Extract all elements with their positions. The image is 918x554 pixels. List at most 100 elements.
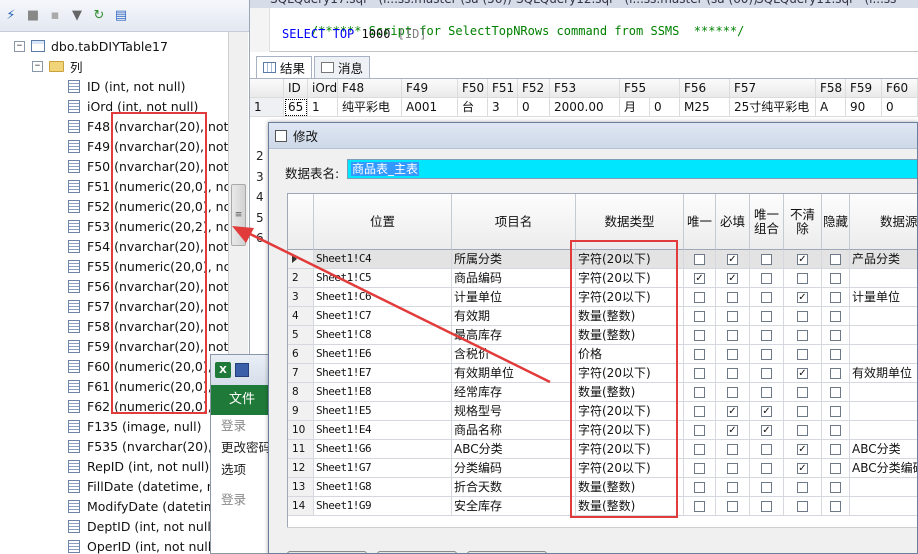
query-editor[interactable]: SQLQuery17.sql - (l...ss.master (sa (56)…	[250, 0, 918, 52]
table-name-input[interactable]: 商品表_主表	[347, 159, 917, 179]
grid-cell[interactable]: A001	[402, 98, 458, 117]
grid-column-header[interactable]: 唯一	[684, 194, 716, 250]
grid-column-header[interactable]: 不清除	[784, 194, 822, 250]
excel-logo-icon[interactable]: X	[215, 362, 231, 378]
item-name-cell[interactable]: 有效期	[452, 307, 576, 326]
row-number[interactable]: 13	[288, 478, 314, 497]
checkbox-r[interactable]: ✓	[727, 424, 738, 436]
grid-column-header[interactable]: F52	[518, 79, 550, 98]
checkbox-r[interactable]	[727, 367, 738, 379]
grid-column-header[interactable]: 隐藏	[822, 194, 850, 250]
location-cell[interactable]: Sheet1!E6	[314, 345, 452, 364]
data-source-cell[interactable]: 有效期单位	[850, 364, 917, 383]
row-number[interactable]: 3	[288, 288, 314, 307]
checkbox-uc[interactable]	[761, 500, 772, 512]
grid-column-header[interactable]: F58	[816, 79, 846, 98]
stop-icon[interactable]: ▪	[46, 7, 64, 25]
grid-cell[interactable]: 0	[518, 98, 550, 117]
row-number[interactable]: 11	[288, 440, 314, 459]
checkbox-u[interactable]	[694, 310, 705, 322]
grid-column-header[interactable]: 唯一 组合	[750, 194, 784, 250]
tab-messages[interactable]: 消息	[314, 56, 371, 78]
table-row[interactable]: 1 65 1 纯平彩电 A001 台 3 0 2000.00 月 0 M25 25寸纯平彩电 A 90 0	[250, 98, 918, 117]
doc-tab-query12[interactable]: SQLQuery12.sql - (l...ss.master (sa (60)…	[510, 0, 764, 8]
grid-column-header[interactable]: 必填	[716, 194, 750, 250]
item-name-cell[interactable]: 分类编码	[452, 459, 576, 478]
checkbox-r[interactable]: ✓	[727, 253, 738, 265]
location-cell[interactable]: Sheet1!G9	[314, 497, 452, 516]
checkbox-nc[interactable]: ✓	[797, 253, 808, 265]
row-number[interactable]: 9	[288, 402, 314, 421]
doc-tab-query17[interactable]: SQLQuery17.sql - (l...ss.master (sa (56)…	[264, 0, 518, 8]
checkbox-uc[interactable]: ✓	[761, 424, 772, 436]
grid-column-header[interactable]: F50	[458, 79, 488, 98]
grid-column-header[interactable]: iOrd	[308, 79, 338, 98]
checkbox-r[interactable]	[727, 329, 738, 341]
tree-node-column[interactable]: F535 (nvarchar(20), n	[68, 436, 224, 456]
checkbox-h[interactable]	[830, 253, 841, 265]
item-name-cell[interactable]: 商品编码	[452, 269, 576, 288]
checkbox-u[interactable]	[694, 348, 705, 360]
filter-icon[interactable]: ▼	[68, 7, 86, 25]
checkbox-nc[interactable]: ✓	[797, 443, 808, 455]
checkbox-nc[interactable]	[797, 405, 808, 417]
checkbox-uc[interactable]	[761, 253, 772, 265]
checkbox-h[interactable]	[830, 405, 841, 417]
data-source-cell[interactable]	[850, 383, 917, 402]
checkbox-u[interactable]	[694, 329, 705, 341]
row-number[interactable]	[288, 250, 314, 269]
checkbox-uc[interactable]	[761, 386, 772, 398]
grid-cell[interactable]: 纯平彩电	[338, 98, 402, 117]
checkbox-h[interactable]	[830, 329, 841, 341]
location-cell[interactable]: Sheet1!E7	[314, 364, 452, 383]
checkbox-nc[interactable]: ✓	[797, 462, 808, 474]
grid-cell[interactable]: 90	[846, 98, 882, 117]
grid-column-header[interactable]: 位置	[314, 194, 452, 250]
item-name-cell[interactable]: 规格型号	[452, 402, 576, 421]
checkbox-r[interactable]	[727, 462, 738, 474]
tree-node-column[interactable]: OperID (int, not null)	[68, 536, 216, 554]
checkbox-u[interactable]	[694, 500, 705, 512]
refresh-icon[interactable]: ↻	[90, 7, 108, 25]
checkbox-uc[interactable]	[761, 348, 772, 360]
location-cell[interactable]: Sheet1!C5	[314, 269, 452, 288]
grid-cell[interactable]: 台	[458, 98, 488, 117]
grid-cell[interactable]: 0	[650, 98, 680, 117]
checkbox-nc[interactable]: ✓	[797, 291, 808, 303]
location-cell[interactable]: Sheet1!G8	[314, 478, 452, 497]
item-name-cell[interactable]: ABC分类	[452, 440, 576, 459]
row-number[interactable]: 14	[288, 497, 314, 516]
data-source-cell[interactable]	[850, 402, 917, 421]
scroll-thumb[interactable]: ≡	[231, 184, 246, 246]
checkbox-uc[interactable]: ✓	[761, 405, 772, 417]
data-source-cell[interactable]	[850, 307, 917, 326]
checkbox-h[interactable]	[830, 424, 841, 436]
data-source-cell[interactable]	[850, 421, 917, 440]
checkbox-u[interactable]	[694, 462, 705, 474]
row-number[interactable]: 4	[288, 307, 314, 326]
grid-corner[interactable]	[288, 194, 314, 250]
grid-column-header[interactable]: F59	[846, 79, 882, 98]
checkbox-r[interactable]: ✓	[727, 272, 738, 284]
menu-change-password[interactable]: 更改密码	[211, 437, 273, 459]
checkbox-uc[interactable]	[761, 272, 772, 284]
checkbox-r[interactable]	[727, 500, 738, 512]
checkbox-nc[interactable]	[797, 272, 808, 284]
grid-column-header[interactable]: F57	[730, 79, 816, 98]
checkbox-r[interactable]	[727, 481, 738, 493]
grid-cell[interactable]: A	[816, 98, 846, 117]
checkbox-h[interactable]	[830, 481, 841, 493]
data-source-cell[interactable]	[850, 326, 917, 345]
checkbox-nc[interactable]	[797, 424, 808, 436]
checkbox-nc[interactable]	[797, 329, 808, 341]
data-source-cell[interactable]: 计量单位	[850, 288, 917, 307]
summary-icon[interactable]: ▤	[112, 7, 130, 25]
checkbox-u[interactable]	[694, 481, 705, 493]
tree-node-table[interactable]: − dbo.tabDIYTable17	[14, 36, 168, 56]
checkbox-u[interactable]	[694, 405, 705, 417]
location-cell[interactable]: Sheet1!E5	[314, 402, 452, 421]
checkbox-h[interactable]	[830, 367, 841, 379]
grid-cell[interactable]: 月	[620, 98, 650, 117]
checkbox-uc[interactable]	[761, 367, 772, 379]
checkbox-h[interactable]	[830, 272, 841, 284]
